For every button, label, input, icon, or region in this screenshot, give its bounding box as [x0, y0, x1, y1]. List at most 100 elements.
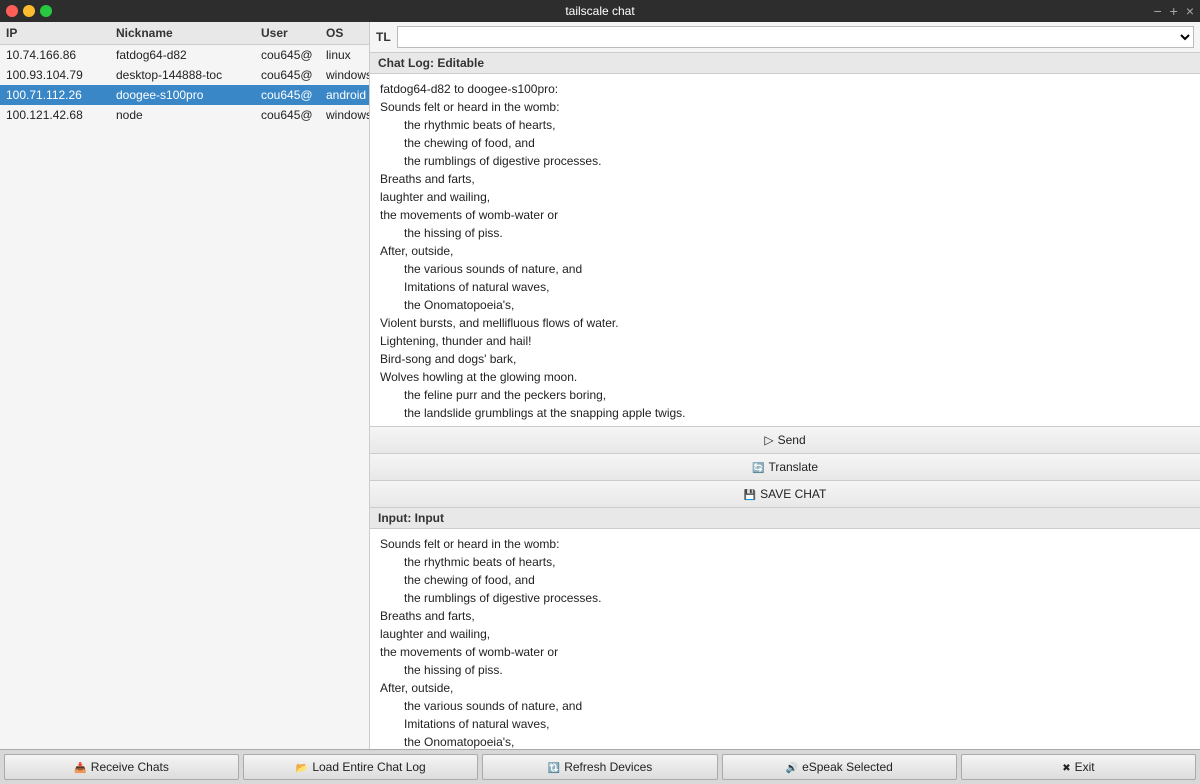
chat-log-label: Chat Log: [378, 56, 434, 70]
chat-line: the feline purr and the peckers boring, [380, 386, 1190, 404]
chat-line: the rhythmic beats of hearts, [380, 116, 1190, 134]
chat-panel: TL Chat Log: Editable fatdog64-d82 to do… [370, 22, 1200, 749]
chat-sender: fatdog64-d82 to doogee-s100pro: [380, 80, 1190, 98]
input-section: Input: Input Sounds felt or heard in the… [370, 507, 1200, 749]
chat-line: Sounds felt or heard in the womb: [380, 98, 1190, 116]
chat-line: the landslide grumblings at the snapping… [380, 404, 1190, 422]
send-button[interactable]: Send [370, 427, 1200, 454]
col-nickname: Nickname [116, 26, 261, 40]
device-user: cou645@ [261, 108, 326, 122]
device-os: linux [326, 48, 370, 62]
chat-line: Breaths and farts, [380, 170, 1190, 188]
chat-line: Imitations of natural waves, [380, 278, 1190, 296]
translate-button[interactable]: Translate [370, 454, 1200, 481]
tl-label: TL [376, 30, 391, 44]
input-label: Input: [378, 511, 411, 525]
device-row[interactable]: 100.93.104.79 desktop-144888-toc cou645@… [0, 65, 369, 85]
receive-icon [74, 760, 86, 774]
input-field[interactable]: Sounds felt or heard in the womb:the rhy… [370, 529, 1200, 749]
device-table-header: IP Nickname User OS Status [0, 22, 369, 45]
chat-log-header: Chat Log: Editable [370, 53, 1200, 74]
translate-icon [752, 460, 764, 474]
window-title: tailscale chat [565, 4, 634, 18]
device-os: windows [326, 68, 370, 82]
device-ip: 100.71.112.26 [6, 88, 116, 102]
load-chat-log-button[interactable]: Load Entire Chat Log [243, 754, 478, 780]
chat-line: the various sounds of nature, and [380, 260, 1190, 278]
input-placeholder-label: Input [415, 511, 444, 525]
device-row[interactable]: 100.71.112.26 doogee-s100pro cou645@ and… [0, 85, 369, 105]
input-line: the various sounds of nature, and [380, 697, 1190, 715]
tl-select[interactable] [397, 26, 1194, 48]
chat-line: laughter and wailing, [380, 188, 1190, 206]
chat-line: Wolves howling at the glowing moon. [380, 368, 1190, 386]
col-os: OS [326, 26, 370, 40]
load-icon [296, 760, 308, 774]
device-user: cou645@ [261, 48, 326, 62]
input-line: Breaths and farts, [380, 607, 1190, 625]
refresh-icon [548, 760, 560, 774]
maximize-icon[interactable]: + [1170, 3, 1178, 19]
title-bar: tailscale chat − + × [0, 0, 1200, 22]
input-line: the chewing of food, and [380, 571, 1190, 589]
chat-line: After, outside, [380, 242, 1190, 260]
save-chat-button[interactable]: SAVE CHAT [370, 481, 1200, 507]
tl-row: TL [370, 22, 1200, 53]
chat-line: Violent bursts, and mellifluous flows of… [380, 314, 1190, 332]
input-header: Input: Input [370, 508, 1200, 529]
chat-line: the Onomatopoeia's, [380, 296, 1190, 314]
device-user: cou645@ [261, 88, 326, 102]
input-line: Sounds felt or heard in the womb: [380, 535, 1190, 553]
exit-button[interactable]: Exit [961, 754, 1196, 780]
col-ip: IP [6, 26, 116, 40]
chat-line: the movements of womb-water or [380, 206, 1190, 224]
chat-log-content[interactable]: fatdog64-d82 to doogee-s100pro:Sounds fe… [370, 74, 1200, 426]
maximize-button[interactable] [40, 5, 52, 17]
chat-line: Lightening, thunder and hail! [380, 332, 1190, 350]
close-icon[interactable]: × [1186, 3, 1194, 19]
exit-icon [1062, 760, 1070, 774]
espeak-selected-button[interactable]: eSpeak Selected [722, 754, 957, 780]
action-buttons: Send Translate SAVE CHAT [370, 426, 1200, 507]
save-icon [744, 487, 756, 501]
chat-line: the chewing of food, and [380, 134, 1190, 152]
device-row[interactable]: 10.74.166.86 fatdog64-d82 cou645@ linux … [0, 45, 369, 65]
device-os: windows [326, 108, 370, 122]
close-button[interactable] [6, 5, 18, 17]
chat-log-editable: Editable [437, 56, 484, 70]
device-os: android [326, 88, 370, 102]
input-line: Imitations of natural waves, [380, 715, 1190, 733]
input-line: the rhythmic beats of hearts, [380, 553, 1190, 571]
device-ip: 100.93.104.79 [6, 68, 116, 82]
bottom-toolbar: Receive Chats Load Entire Chat Log Refre… [0, 749, 1200, 784]
device-ip: 100.121.42.68 [6, 108, 116, 122]
device-nickname: doogee-s100pro [116, 88, 261, 102]
device-ip: 10.74.166.86 [6, 48, 116, 62]
device-nickname: fatdog64-d82 [116, 48, 261, 62]
input-line: laughter and wailing, [380, 625, 1190, 643]
device-row[interactable]: 100.121.42.68 node cou645@ windows offli… [0, 105, 369, 125]
minimize-button[interactable] [23, 5, 35, 17]
input-line: the movements of womb-water or [380, 643, 1190, 661]
input-line: After, outside, [380, 679, 1190, 697]
device-nickname: node [116, 108, 261, 122]
speak-icon [786, 760, 798, 774]
receive-chats-button[interactable]: Receive Chats [4, 754, 239, 780]
chat-line: Bird-song and dogs' bark, [380, 350, 1190, 368]
title-bar-controls [6, 5, 52, 17]
title-bar-right: − + × [1153, 3, 1194, 19]
device-list: IP Nickname User OS Status 10.74.166.86 … [0, 22, 370, 749]
main-content: IP Nickname User OS Status 10.74.166.86 … [0, 22, 1200, 749]
col-user: User [261, 26, 326, 40]
chat-line: the hissing of piss. [380, 224, 1190, 242]
input-line: the hissing of piss. [380, 661, 1190, 679]
refresh-devices-button[interactable]: Refresh Devices [482, 754, 717, 780]
send-icon [764, 433, 773, 447]
chat-log-section: Chat Log: Editable fatdog64-d82 to dooge… [370, 53, 1200, 426]
minimize-icon[interactable]: − [1153, 3, 1161, 19]
input-line: the rumblings of digestive processes. [380, 589, 1190, 607]
device-user: cou645@ [261, 68, 326, 82]
device-rows: 10.74.166.86 fatdog64-d82 cou645@ linux … [0, 45, 369, 125]
device-nickname: desktop-144888-toc [116, 68, 261, 82]
chat-line: the rumblings of digestive processes. [380, 152, 1190, 170]
